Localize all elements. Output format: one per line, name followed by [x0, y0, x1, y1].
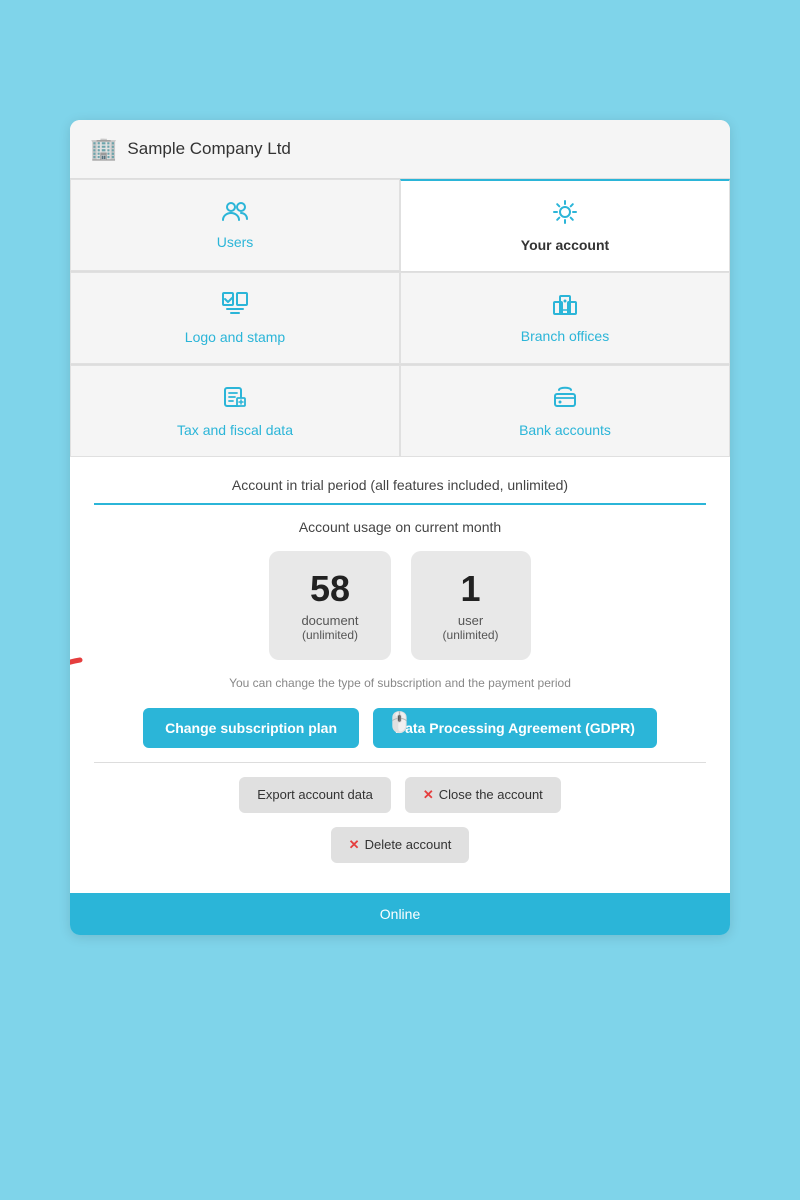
stat-doc-type: document	[301, 613, 358, 628]
bottom-bar: Online	[70, 893, 730, 935]
delete-row: ✕ Delete account	[94, 827, 706, 863]
stat-doc-limit: (unlimited)	[301, 628, 358, 642]
logo-stamp-icon	[221, 291, 249, 323]
stat-user-type: user	[443, 613, 499, 628]
main-buttons-row: Change subscription plan 🖱️ Data Process…	[94, 708, 706, 748]
tab-branch-offices[interactable]: Branch offices	[400, 272, 730, 364]
tab-tax-fiscal[interactable]: Tax and fiscal data	[70, 365, 400, 457]
x-icon-delete: ✕	[349, 837, 360, 853]
stat-users: 1 user (unlimited)	[411, 551, 531, 660]
stat-documents: 58 document (unlimited)	[269, 551, 390, 660]
tab-bank-accounts[interactable]: Bank accounts	[400, 365, 730, 457]
tab-tax-label: Tax and fiscal data	[177, 422, 293, 438]
stat-user-limit: (unlimited)	[443, 628, 499, 642]
tab-users-label: Users	[217, 234, 254, 250]
stat-doc-number: 58	[301, 569, 358, 609]
stats-row: 58 document (unlimited) 1 user (unlimite…	[94, 551, 706, 660]
change-plan-wrapper: Change subscription plan 🖱️	[143, 708, 359, 748]
close-account-button[interactable]: ✕ Close the account	[405, 777, 561, 813]
bottom-bar-label: Online	[380, 906, 420, 922]
tax-fiscal-icon	[222, 384, 248, 416]
export-account-button[interactable]: Export account data	[239, 777, 391, 813]
tab-logo-stamp[interactable]: Logo and stamp	[70, 272, 400, 364]
tabs-row-2: Logo and stamp Branch offices	[70, 271, 730, 364]
company-icon: 🏢	[90, 136, 117, 162]
tabs-row-3: Tax and fiscal data Bank accounts	[70, 364, 730, 457]
x-icon-close: ✕	[423, 787, 434, 803]
delete-account-label: Delete account	[365, 837, 452, 852]
actions-row: Export account data ✕ Close the account	[94, 777, 706, 813]
change-subscription-button[interactable]: Change subscription plan	[143, 708, 359, 748]
users-icon	[221, 200, 249, 228]
tab-your-account[interactable]: Your account	[400, 179, 730, 271]
tab-branch-label: Branch offices	[521, 328, 609, 344]
tab-account-label: Your account	[521, 237, 609, 253]
tab-bank-label: Bank accounts	[519, 422, 611, 438]
usage-label: Account usage on current month	[94, 519, 706, 535]
company-name: Sample Company Ltd	[127, 139, 290, 159]
tabs-row-1: Users Your account	[70, 179, 730, 271]
main-card: 🏢 Sample Company Ltd Users Y	[70, 120, 730, 935]
delete-account-button[interactable]: ✕ Delete account	[331, 827, 470, 863]
close-account-label: Close the account	[439, 787, 543, 802]
tab-users[interactable]: Users	[70, 179, 400, 271]
trial-banner: Account in trial period (all features in…	[94, 477, 706, 505]
gdpr-button[interactable]: Data Processing Agreement (GDPR)	[373, 708, 657, 748]
stat-user-number: 1	[443, 569, 499, 609]
account-icon	[552, 199, 578, 231]
arrow-annotation	[70, 650, 90, 755]
card-header: 🏢 Sample Company Ltd	[70, 120, 730, 179]
hint-text: You can change the type of subscription …	[94, 676, 706, 690]
tab-logo-label: Logo and stamp	[185, 329, 285, 345]
content-area: Account in trial period (all features in…	[70, 457, 730, 893]
bank-accounts-icon	[552, 384, 578, 416]
branch-offices-icon	[551, 292, 579, 322]
